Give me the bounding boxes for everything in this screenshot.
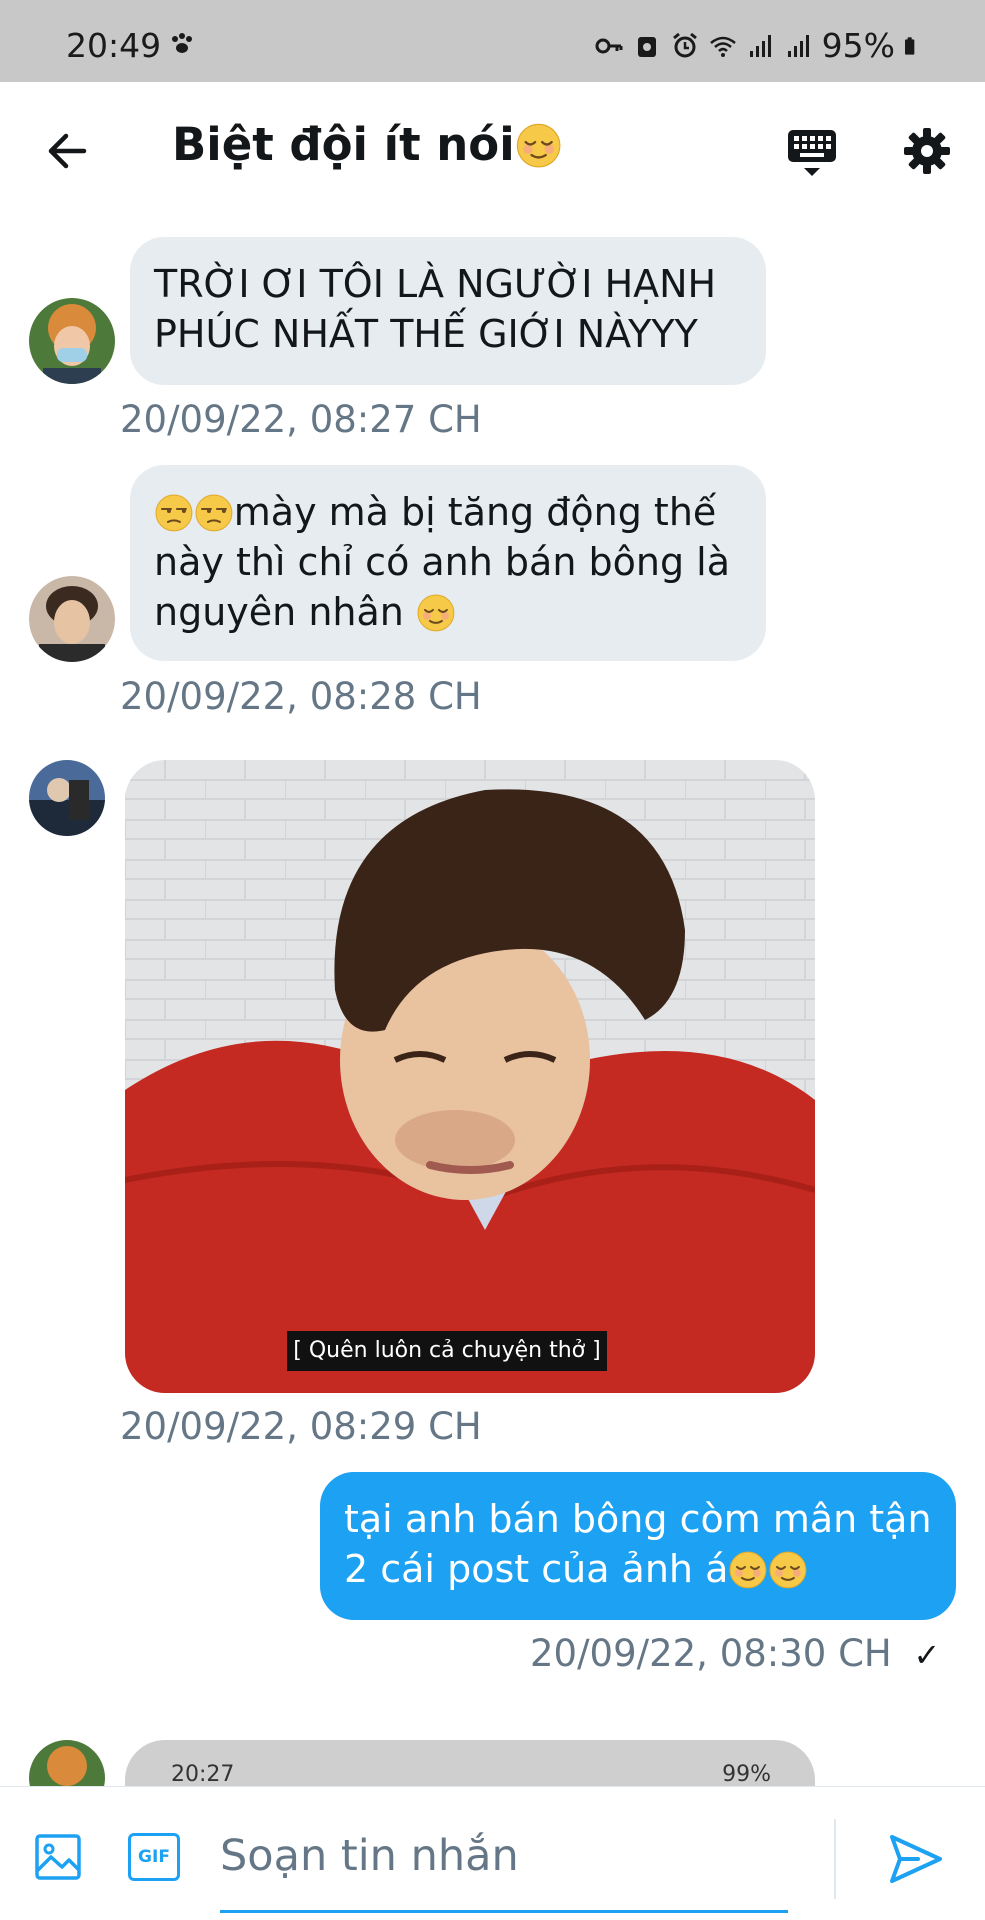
outgoing-message-bubble[interactable]: tại anh bán bông còm mân tận 2 cái post …: [320, 1472, 956, 1620]
message-timestamp: 20/09/22, 08:29 CH: [120, 1405, 482, 1448]
message-line: mày mà bị tăng động thế: [154, 487, 742, 537]
battery-icon: [905, 36, 915, 55]
wifi-icon: [709, 36, 736, 57]
image-icon[interactable]: [34, 1833, 82, 1881]
relieved-emoji-icon: [515, 122, 562, 169]
key-icon: [595, 38, 623, 53]
signal-icon-2: [787, 34, 809, 57]
message-input[interactable]: [220, 1823, 785, 1889]
battery-percent: 95%: [821, 26, 895, 65]
message-composer: GIF: [0, 1786, 985, 1920]
relieved-emoji-icon: [728, 1550, 768, 1590]
avatar-image: [29, 298, 115, 384]
unamused-emoji-icon: [154, 493, 194, 533]
keyboard-icon[interactable]: [786, 126, 838, 178]
avatar[interactable]: [29, 576, 115, 662]
avatar-image: [29, 760, 105, 836]
message-line: tại anh bán bông còm mân tận: [344, 1497, 932, 1541]
photo-image: [125, 760, 815, 1393]
avatar-image: [29, 576, 115, 662]
input-underline: [220, 1910, 788, 1913]
message-timestamp: 20/09/22, 08:30 CH: [530, 1632, 892, 1675]
message-line: này thì chỉ có anh bán bông là: [154, 540, 730, 584]
message-timestamp: 20/09/22, 08:27 CH: [120, 398, 482, 441]
photo-caption: [ Quên luôn cả chuyện thở ]: [287, 1331, 607, 1371]
message-text: mày mà bị tăng động thế: [233, 490, 717, 534]
message-line: 2 cái post của ảnh á: [344, 1544, 932, 1594]
message-line: nguyên nhân: [154, 587, 742, 637]
preview-time: 20:27: [171, 1762, 235, 1787]
conversation-header: Biệt đội ít nói: [0, 82, 985, 217]
message-photo[interactable]: [ Quên luôn cả chuyện thở ]: [125, 760, 815, 1393]
signal-icon: [749, 34, 771, 57]
status-time: 20:49: [66, 26, 162, 65]
message-text: 2 cái post của ảnh á: [344, 1547, 729, 1591]
incoming-message-bubble[interactable]: TRỜI ƠI TÔI LÀ NGƯỜI HẠNH PHÚC NHẤT THẾ …: [130, 237, 766, 385]
message-timestamp-outgoing: 20/09/22, 08:30 CH ✓: [530, 1632, 940, 1675]
gif-button[interactable]: GIF: [128, 1833, 180, 1881]
gear-icon[interactable]: [902, 126, 952, 176]
avatar[interactable]: [29, 760, 105, 836]
message-text: TRỜI ƠI TÔI LÀ NGƯỜI HẠNH PHÚC NHẤT THẾ …: [154, 262, 717, 356]
back-arrow-icon[interactable]: [44, 128, 90, 174]
alarm-icon: [672, 32, 697, 57]
title-text: Biệt đội ít nói: [172, 118, 515, 171]
relieved-emoji-icon: [416, 593, 456, 633]
message-text: nguyên nhân: [154, 590, 416, 634]
read-check-icon: ✓: [913, 1636, 941, 1674]
unamused-emoji-icon: [194, 493, 234, 533]
composer-divider: [834, 1819, 836, 1899]
conversation-title: Biệt đội ít nói: [172, 118, 562, 171]
status-bar: 20:49 95%: [0, 0, 985, 82]
message-timestamp: 20/09/22, 08:28 CH: [120, 675, 482, 718]
relieved-emoji-icon: [768, 1550, 808, 1590]
secure-folder-icon: [637, 36, 656, 57]
paw-icon: [172, 33, 192, 53]
avatar[interactable]: [29, 298, 115, 384]
incoming-message-bubble[interactable]: mày mà bị tăng động thế này thì chỉ có a…: [130, 465, 766, 661]
send-icon[interactable]: [888, 1831, 944, 1887]
status-icons: 95%: [594, 26, 923, 65]
preview-battery: 99%: [722, 1762, 771, 1787]
